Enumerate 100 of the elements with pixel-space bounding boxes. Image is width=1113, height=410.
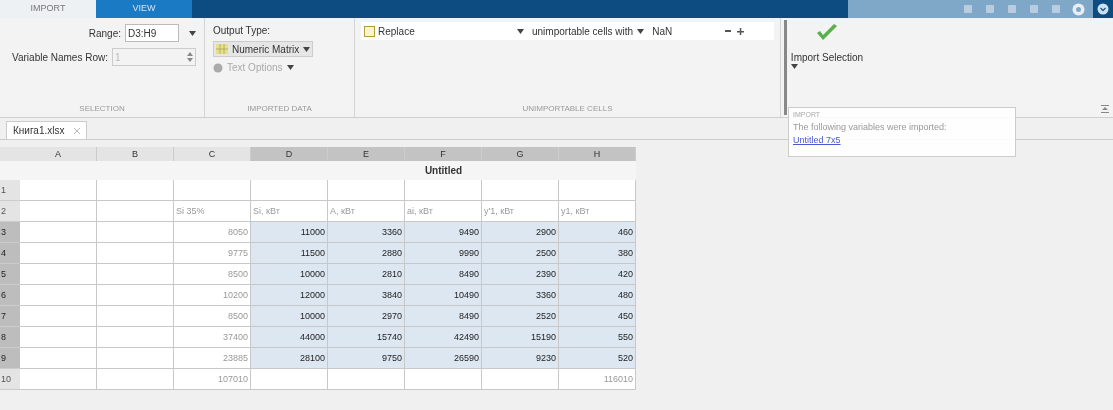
replacement-value-field[interactable]: NaN (652, 23, 723, 39)
table-cell: 15190 (482, 327, 559, 348)
table-cell: y'1, кВт (482, 201, 559, 222)
table-cell: 10000 (251, 264, 328, 285)
row-number: 1 (0, 180, 20, 201)
range-label: Range: (88, 26, 121, 41)
row-number: 5 (0, 264, 20, 285)
table-cell: 10000 (251, 306, 328, 327)
column-header[interactable]: H (559, 147, 636, 161)
replace-checkbox[interactable] (364, 25, 375, 37)
table-cell: 2500 (482, 243, 559, 264)
table-cell: 460 (559, 222, 636, 243)
caret-icon (790, 64, 798, 69)
section-title: SELECTION (78, 103, 126, 115)
add-rule-button[interactable] (734, 25, 747, 37)
minus-icon (725, 30, 732, 32)
toolbar-icon[interactable] (984, 3, 996, 15)
expand-icon[interactable] (1097, 3, 1109, 15)
table-cell: y1, кВт (559, 201, 636, 222)
output-type-dropdown[interactable]: Numeric Matrix (213, 41, 314, 57)
row-number: 4 (0, 243, 20, 264)
table-cell: 550 (559, 327, 636, 348)
scroll-bar[interactable] (783, 20, 787, 115)
plus-icon (736, 27, 744, 35)
table-cell: Si 35% (174, 201, 251, 222)
column-header[interactable]: F (405, 147, 482, 161)
table-cell: 380 (559, 243, 636, 264)
toolbar-icon[interactable] (962, 3, 974, 15)
table-cell: A, кВт (328, 201, 405, 222)
table-cell: 9990 (405, 243, 482, 264)
range-dropdown[interactable]: D3:H9 (125, 24, 179, 42)
ribbon-tab[interactable]: IMPORT (0, 0, 96, 18)
caret-icon (189, 30, 196, 36)
row-number: 9 (0, 348, 20, 369)
toolbar-icon[interactable] (1050, 3, 1062, 15)
column-header[interactable]: D (251, 147, 328, 161)
section-title: IMPORTED DATA (246, 103, 313, 115)
table-cell: 15740 (328, 327, 405, 348)
table-cell: Si, кВт (251, 201, 328, 222)
notification-message: The following variables were imported: (793, 120, 948, 134)
table-cell: 26590 (405, 348, 482, 369)
table-cell: 9490 (405, 222, 482, 243)
caret-icon (286, 65, 294, 70)
close-icon[interactable] (74, 127, 81, 134)
table-cell: 37400 (174, 327, 251, 348)
column-header[interactable]: E (328, 147, 405, 161)
table-cell: 107010 (174, 369, 251, 390)
table-cell: 8490 (405, 306, 482, 327)
table-cell: 8490 (405, 264, 482, 285)
table-cell: 9775 (174, 243, 251, 264)
row-number: 10 (0, 369, 20, 390)
row-number: 7 (0, 306, 20, 327)
table-cell: 520 (559, 348, 636, 369)
toolbar-icon[interactable] (1006, 3, 1018, 15)
table-cell: 8500 (174, 306, 251, 327)
table-cell: 8050 (174, 222, 251, 243)
ribbon-tab[interactable]: VIEW (96, 0, 192, 18)
caret-icon (303, 46, 311, 52)
table-cell: 10200 (174, 285, 251, 306)
table-cell: 116010 (559, 369, 636, 390)
table-cell: 42490 (405, 327, 482, 348)
table-cell: 12000 (251, 285, 328, 306)
row-number: 3 (0, 222, 20, 243)
table-cell: 3360 (482, 285, 559, 306)
table-cell: 480 (559, 285, 636, 306)
checkmark-icon (816, 24, 838, 42)
section-title: UNIMPORTABLE CELLS (521, 103, 614, 115)
table-cell: 2520 (482, 306, 559, 327)
table-cell: 10490 (405, 285, 482, 306)
variable-link[interactable]: Untitled 7x5 (793, 134, 841, 148)
table-cell: 2970 (328, 306, 405, 327)
table-cell: 450 (559, 306, 636, 327)
table-cell: 420 (559, 264, 636, 285)
collapse-icon[interactable] (1101, 105, 1109, 113)
help-icon[interactable] (1072, 2, 1085, 16)
caret-icon (517, 28, 524, 34)
document-tab[interactable]: Книга1.xlsx (6, 121, 88, 139)
action-dropdown[interactable]: Replace (378, 23, 528, 39)
table-cell: 11500 (251, 243, 328, 264)
table-cell: 44000 (251, 327, 328, 348)
variable-names-row-label: Variable Names Row: (12, 50, 108, 65)
row-number: 2 (0, 201, 20, 222)
table-cell: 2810 (328, 264, 405, 285)
table-cell: 23885 (174, 348, 251, 369)
table-cell: 2900 (482, 222, 559, 243)
column-header[interactable]: G (482, 147, 559, 161)
row-number: 6 (0, 285, 20, 306)
toolbar-icon[interactable] (1028, 3, 1040, 15)
table-cell: 3840 (328, 285, 405, 306)
target-dropdown[interactable]: unimportable cells with (528, 23, 645, 39)
matrix-icon (216, 44, 228, 54)
import-selection-button[interactable]: Import Selection (789, 22, 865, 102)
table-cell: 9750 (328, 348, 405, 369)
table-cell: 9230 (482, 348, 559, 369)
table-cell: 8500 (174, 264, 251, 285)
table-cell: 11000 (251, 222, 328, 243)
table-cell: 28100 (251, 348, 328, 369)
caret-icon (637, 28, 645, 34)
table-cell: 3360 (328, 222, 405, 243)
output-type-label: Output Type: (213, 24, 271, 38)
